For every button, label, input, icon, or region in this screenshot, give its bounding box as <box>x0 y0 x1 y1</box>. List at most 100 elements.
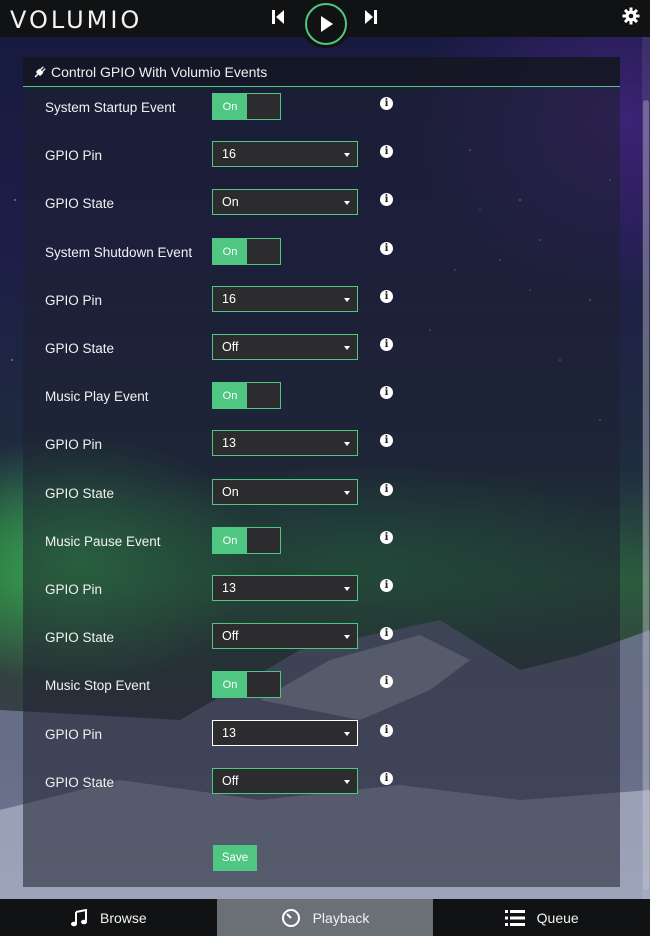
gpio-select-row: GPIO Pin 13 i <box>23 430 620 469</box>
gear-icon <box>622 7 640 25</box>
select-value: 13 <box>222 436 236 450</box>
clock-icon <box>281 908 300 927</box>
chevron-down-icon <box>344 587 350 591</box>
select-value: On <box>222 195 239 209</box>
gpio-state-select[interactable]: Off <box>212 768 358 794</box>
row-label: GPIO Pin <box>45 727 103 742</box>
gpio-pin-select[interactable]: 13 <box>212 575 358 601</box>
info-icon[interactable]: i <box>380 97 393 110</box>
toggle-state-label: On <box>213 239 247 264</box>
gpio-pin-select[interactable]: 16 <box>212 286 358 312</box>
skip-previous-button[interactable] <box>270 8 286 26</box>
chevron-down-icon <box>344 732 350 736</box>
plug-icon <box>34 65 46 77</box>
row-label: System Startup Event <box>45 100 176 115</box>
gpio-state-select[interactable]: On <box>212 479 358 505</box>
toggle-state-label: On <box>213 528 247 553</box>
event-toggle-switch[interactable]: On <box>212 382 281 409</box>
row-label: GPIO State <box>45 341 115 356</box>
info-icon[interactable]: i <box>380 483 393 496</box>
tab-queue-label: Queue <box>536 909 579 926</box>
save-button[interactable]: Save <box>213 845 257 871</box>
select-value: Off <box>222 774 239 788</box>
tab-browse[interactable]: Browse <box>0 899 217 936</box>
event-toggle-switch[interactable]: On <box>212 93 281 120</box>
event-toggle-switch[interactable]: On <box>212 527 281 554</box>
select-value: 16 <box>222 147 236 161</box>
row-label: GPIO State <box>45 196 115 211</box>
music-note-icon <box>70 908 87 926</box>
tab-browse-label: Browse <box>99 909 147 926</box>
gpio-select-row: GPIO Pin 13 i <box>23 720 620 759</box>
gpio-pin-select[interactable]: 16 <box>212 141 358 167</box>
row-label: GPIO Pin <box>45 293 103 308</box>
row-label: GPIO State <box>45 486 115 501</box>
info-icon[interactable]: i <box>380 386 393 399</box>
skip-next-icon <box>365 10 377 24</box>
select-value: 16 <box>222 292 236 306</box>
info-icon[interactable]: i <box>380 531 393 544</box>
toggle-state-label: On <box>213 672 247 697</box>
list-icon <box>504 909 525 926</box>
row-label: GPIO State <box>45 630 115 645</box>
info-icon[interactable]: i <box>380 338 393 351</box>
info-icon[interactable]: i <box>380 434 393 447</box>
select-value: On <box>222 485 239 499</box>
info-icon[interactable]: i <box>380 579 393 592</box>
info-icon[interactable]: i <box>380 627 393 640</box>
event-toggle-switch[interactable]: On <box>212 671 281 698</box>
select-value: Off <box>222 340 239 354</box>
skip-previous-icon <box>272 10 284 24</box>
row-label: GPIO Pin <box>45 582 103 597</box>
gpio-state-select[interactable]: On <box>212 189 358 215</box>
settings-panel <box>23 57 620 887</box>
bottom-nav: Browse Playback Queue <box>0 899 650 936</box>
row-label: GPIO State <box>45 775 115 790</box>
info-icon[interactable]: i <box>380 193 393 206</box>
scrollbar-thumb[interactable] <box>643 100 649 890</box>
volumio-logo: VOLUMIO <box>10 6 143 34</box>
info-icon[interactable]: i <box>380 290 393 303</box>
event-toggle-row: System Shutdown Event On i <box>23 238 620 277</box>
info-icon[interactable]: i <box>380 145 393 158</box>
event-toggle-row: Music Pause Event On i <box>23 527 620 566</box>
tab-queue[interactable]: Queue <box>433 899 650 936</box>
gpio-state-select[interactable]: Off <box>212 623 358 649</box>
event-toggle-row: System Startup Event On i <box>23 93 620 132</box>
row-label: Music Play Event <box>45 389 149 404</box>
gpio-state-select[interactable]: Off <box>212 334 358 360</box>
gpio-select-row: GPIO Pin 13 i <box>23 575 620 614</box>
select-value: 13 <box>222 726 236 740</box>
play-icon <box>321 16 333 32</box>
gpio-pin-select[interactable]: 13 <box>212 430 358 456</box>
settings-button[interactable] <box>621 6 641 26</box>
row-label: System Shutdown Event <box>45 245 193 260</box>
chevron-down-icon <box>344 780 350 784</box>
gpio-select-row: GPIO State Off i <box>23 334 620 373</box>
panel-header: Control GPIO With Volumio Events <box>23 57 620 87</box>
row-label: GPIO Pin <box>45 437 103 452</box>
event-toggle-row: Music Stop Event On i <box>23 671 620 710</box>
chevron-down-icon <box>344 346 350 350</box>
event-toggle-row: Music Play Event On i <box>23 382 620 421</box>
chevron-down-icon <box>344 442 350 446</box>
info-icon[interactable]: i <box>380 772 393 785</box>
info-icon[interactable]: i <box>380 242 393 255</box>
tab-playback-label: Playback <box>312 909 370 926</box>
row-label: GPIO Pin <box>45 148 103 163</box>
toggle-state-label: On <box>213 383 247 408</box>
info-icon[interactable]: i <box>380 675 393 688</box>
panel-title: Control GPIO With Volumio Events <box>51 63 268 80</box>
gpio-pin-select[interactable]: 13 <box>212 720 358 746</box>
toggle-state-label: On <box>213 94 247 119</box>
chevron-down-icon <box>344 298 350 302</box>
tab-playback[interactable]: Playback <box>216 899 434 936</box>
skip-next-button[interactable] <box>363 8 379 26</box>
gpio-select-row: GPIO State Off i <box>23 623 620 662</box>
event-toggle-switch[interactable]: On <box>212 238 281 265</box>
play-button[interactable] <box>305 3 347 45</box>
row-label: Music Pause Event <box>45 534 161 549</box>
info-icon[interactable]: i <box>380 724 393 737</box>
select-value: 13 <box>222 581 236 595</box>
gpio-select-row: GPIO State On i <box>23 189 620 228</box>
